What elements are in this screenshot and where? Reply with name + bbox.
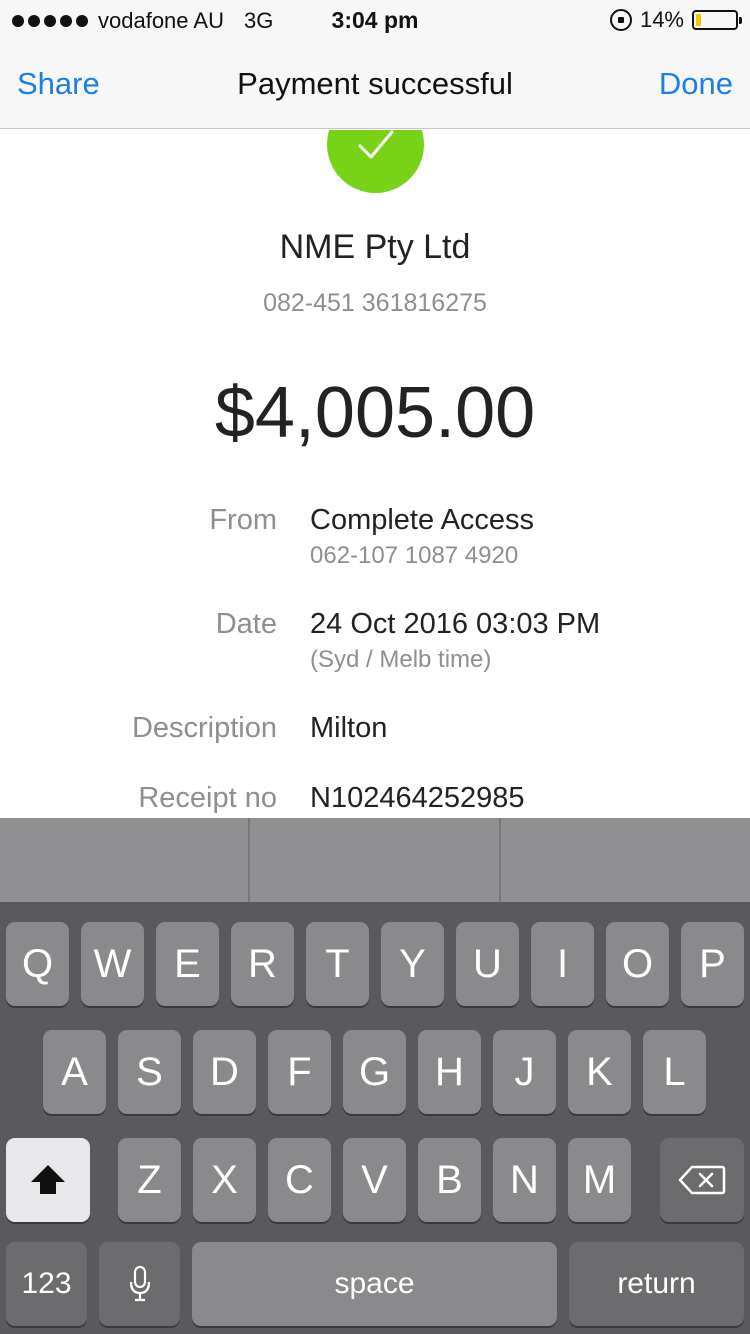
detail-label: Description [131,712,277,744]
key-w[interactable]: W [81,922,144,1006]
payee-account: 082-451 361816275 [263,289,487,317]
key-i[interactable]: I [531,922,594,1006]
delete-key[interactable] [660,1138,744,1222]
battery-fill [696,14,701,26]
key-s[interactable]: S [118,1030,181,1114]
key-l[interactable]: L [643,1030,706,1114]
key-x[interactable]: X [193,1138,256,1222]
key-y[interactable]: Y [381,922,444,1006]
key-c[interactable]: C [268,1138,331,1222]
checkmark-icon [358,130,394,159]
detail-subvalue: (Syd / Melb time) [310,646,492,673]
success-badge [327,130,424,193]
navigation-bar: Share Payment successful Done [0,40,750,129]
keyboard: Q W E R T Y U I O P A S D F G H J K L Z … [0,902,750,1334]
predictive-divider [248,818,250,902]
battery-nub [739,17,742,24]
key-e[interactable]: E [156,922,219,1006]
key-d[interactable]: D [193,1030,256,1114]
shift-key[interactable] [6,1138,90,1222]
key-h[interactable]: H [418,1030,481,1114]
backspace-icon [678,1165,726,1195]
key-n[interactable]: N [493,1138,556,1222]
detail-subvalue: 062-107 1087 4920 [310,542,519,569]
space-key[interactable]: space [192,1242,557,1326]
key-p[interactable]: P [681,922,744,1006]
predictive-divider [499,818,501,902]
key-g[interactable]: G [343,1030,406,1114]
detail-label: Receipt no [138,782,277,814]
key-a[interactable]: A [43,1030,106,1114]
key-k[interactable]: K [568,1030,631,1114]
shift-arrow-icon [31,1165,65,1194]
done-button[interactable]: Done [659,66,733,102]
detail-value: N102464252985 [310,782,525,814]
key-r[interactable]: R [231,922,294,1006]
dictation-key[interactable] [99,1242,180,1326]
battery-percent: 14% [639,7,684,32]
status-right: 14% [609,7,742,33]
key-t[interactable]: T [306,922,369,1006]
payee-name: NME Pty Ltd [279,228,471,266]
receipt-content: NME Pty Ltd 082-451 361816275 $4,005.00 … [0,130,750,818]
detail-value: 24 Oct 2016 03:03 PM [310,608,601,640]
detail-value: Complete Access [310,504,535,536]
key-b[interactable]: B [418,1138,481,1222]
key-o[interactable]: O [606,922,669,1006]
microphone-icon [129,1265,150,1302]
rotation-lock-icon [609,9,632,31]
numbers-key[interactable]: 123 [6,1242,87,1326]
key-v[interactable]: V [343,1138,406,1222]
key-f[interactable]: F [268,1030,331,1114]
detail-label: Date [215,608,277,640]
key-z[interactable]: Z [118,1138,181,1222]
key-m[interactable]: M [568,1138,631,1222]
predictive-text-bar [0,818,750,902]
return-key[interactable]: return [569,1242,744,1326]
page-title: Payment successful [237,66,513,101]
key-u[interactable]: U [456,922,519,1006]
detail-value: Milton [310,712,388,744]
payment-amount: $4,005.00 [214,373,536,453]
detail-label: From [209,504,277,536]
status-bar: vodafone AU 3G 3:04 pm 14% [0,0,750,40]
key-q[interactable]: Q [6,922,69,1006]
battery-icon [692,10,742,30]
key-j[interactable]: J [493,1030,556,1114]
